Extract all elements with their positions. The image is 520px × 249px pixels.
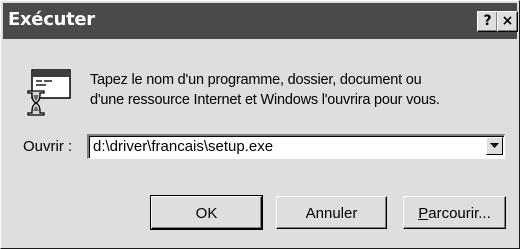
- run-dialog: Exécuter ? × Tapez le nom d'un programme…: [0, 0, 520, 249]
- title-bar[interactable]: Exécuter ? ×: [3, 3, 518, 39]
- open-input[interactable]: [91, 137, 481, 156]
- close-button[interactable]: ×: [497, 11, 518, 32]
- cancel-button[interactable]: Annuler: [276, 196, 387, 229]
- help-button[interactable]: ?: [477, 11, 498, 32]
- description-line-1: Tapez le nom d'un programme, dossier, do…: [90, 72, 422, 88]
- run-program-icon: [27, 69, 71, 116]
- dropdown-button[interactable]: [486, 137, 503, 155]
- dialog-description: Tapez le nom d'un programme, dossier, do…: [90, 70, 440, 110]
- open-label: Ouvrir :: [23, 138, 73, 155]
- browse-accelerator: P: [418, 205, 429, 222]
- window-title: Exécuter: [8, 9, 95, 30]
- ok-button[interactable]: OK: [150, 195, 263, 230]
- browse-button[interactable]: Parcourir...: [403, 196, 506, 229]
- open-combobox[interactable]: [87, 134, 505, 159]
- browse-label: arcourir...: [428, 205, 491, 222]
- chevron-down-icon: [490, 143, 499, 148]
- description-line-2: d'une ressource Internet et Windows l'ou…: [90, 92, 440, 108]
